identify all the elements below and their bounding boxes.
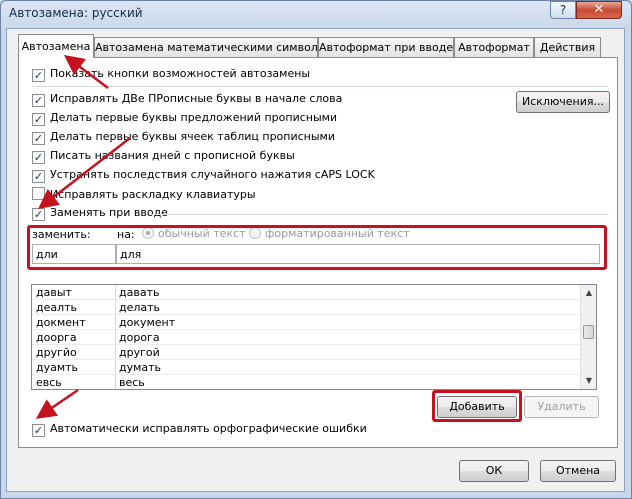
show-buttons-checkbox[interactable]: ✓ [32,69,45,82]
replace-input[interactable]: дли [32,244,116,264]
close-button[interactable]: ✕ [576,1,622,19]
button-label: Отмена [555,464,601,477]
two-caps-option[interactable]: ✓ Исправлять ДВе ПРописные буквы в начале… [32,92,342,108]
option-label: Делать первые буквы предложений прописны… [50,111,338,124]
help-icon: ? [559,3,567,17]
first-letter-sentence-checkbox[interactable]: ✓ [32,113,45,126]
entry-to: давать [119,286,160,299]
option-label: Заменять при вводе [50,206,168,219]
radio-label: форматированный текст [265,227,410,240]
option-label: Исправлять раскладку клавиатуры [50,188,256,201]
day-names-checkbox[interactable]: ✓ [32,151,45,164]
tab-label: Действия [539,41,596,54]
entry-to: думать [119,361,162,374]
with-input[interactable]: для [116,244,600,264]
delete-button[interactable]: Удалить [524,396,599,418]
first-letter-cell-option[interactable]: ✓ Делать первые буквы ячеек таблиц пропис… [32,130,335,146]
tab-autocorrect[interactable]: Автозамена [18,34,94,58]
replace-as-type-option[interactable]: ✓ Заменять при вводе [32,206,168,222]
tab-label: Автозамена математическими символами [95,41,341,54]
entry-from: дуамть [36,361,79,374]
tab-label: Автоформат при вводе [319,41,454,54]
entry-from: доорга [36,331,77,344]
list-item[interactable]: доорга дорога [32,330,581,345]
autocorrect-entries-list[interactable]: давыт давать деалть делать докмент документ… [31,284,597,390]
entry-from: докмент [36,316,86,329]
cancel-button[interactable]: Отмена [540,460,616,482]
list-item[interactable]: докмент документ [32,315,581,330]
formatted-text-radio-option[interactable]: форматированный текст [249,227,410,240]
two-caps-checkbox[interactable]: ✓ [32,94,45,107]
tab-autoformat[interactable]: Автоформат [454,37,534,57]
list-item[interactable]: давыт давать [32,285,581,300]
button-label: ОК [485,464,503,477]
window-title: Автозамена: русский [9,6,143,20]
keyboard-layout-option[interactable]: Исправлять раскладку клавиатуры [32,187,256,203]
list-item[interactable]: другйо другой [32,345,581,360]
button-label: Удалить [537,400,586,413]
ok-button[interactable]: ОК [459,460,529,482]
entry-from: давыт [36,286,72,299]
list-scrollbar[interactable]: ▲ ▼ [580,285,596,389]
replace-as-type-checkbox[interactable]: ✓ [32,208,45,221]
caps-lock-option[interactable]: ✓ Устранять последствия случайного нажати… [32,168,375,184]
replace-label: заменить: [32,228,91,241]
option-label: Устранять последствия случайного нажатия… [50,168,375,181]
option-label: Показать кнопки возможностей автозамены [50,67,311,80]
tab-label: Автозамена [21,40,91,53]
list-item[interactable]: евсь весь [32,375,581,389]
autocorrect-tab-panel: ✓ Показать кнопки возможностей автозамены… [18,57,618,448]
list-item[interactable]: дуамть думать [32,360,581,375]
button-label: Добавить [449,400,505,413]
exceptions-button[interactable]: Исключения... [516,91,610,113]
add-button[interactable]: Добавить [437,396,517,418]
day-names-option[interactable]: ✓ Писать названия дней с прописной буквы [32,149,295,165]
help-button[interactable]: ? [550,1,576,19]
title-bar[interactable]: Автозамена: русский ? ✕ [1,1,631,27]
scroll-down-icon[interactable]: ▼ [581,373,596,389]
button-label: Исключения... [522,95,604,108]
option-label: Автоматически исправлять орфографические… [50,422,367,435]
option-label: Исправлять ДВе ПРописные буквы в начале … [50,92,343,105]
tab-autoformat-as-you-type[interactable]: Автоформат при вводе [318,37,454,57]
option-label: Делать первые буквы ячеек таблиц прописн… [50,130,336,143]
first-letter-cell-checkbox[interactable]: ✓ [32,132,45,145]
caps-lock-checkbox[interactable]: ✓ [32,170,45,183]
entry-to: дорога [119,331,160,344]
entry-from: евсь [36,376,62,389]
tab-math-autocorrect[interactable]: Автозамена математическими символами [94,37,340,57]
list-item[interactable]: деалть делать [32,300,581,315]
plain-text-radio-option[interactable]: обычный текст [142,227,246,240]
scroll-up-icon[interactable]: ▲ [581,285,596,301]
divider [32,86,609,87]
keyboard-layout-checkbox[interactable] [32,187,45,200]
show-buttons-option[interactable]: ✓ Показать кнопки возможностей автозамены [32,67,310,83]
plain-text-radio[interactable] [142,227,154,239]
close-icon: ✕ [593,2,605,17]
with-label: на: [117,228,135,241]
option-label: Писать названия дней с прописной буквы [50,149,295,162]
divider [149,214,609,215]
tab-label: Автоформат [458,41,530,54]
entry-to: другой [119,346,160,359]
first-letter-sentence-option[interactable]: ✓ Делать первые буквы предложений прописн… [32,111,337,127]
entry-to: документ [119,316,176,329]
entry-to: весь [119,376,145,389]
scroll-thumb[interactable] [583,325,594,339]
auto-spelling-option[interactable]: ✓ Автоматически исправлять орфографически… [32,422,367,438]
auto-spelling-checkbox[interactable]: ✓ [32,424,45,437]
entry-from: другйо [36,346,77,359]
formatted-text-radio[interactable] [249,227,261,239]
entry-from: деалть [36,301,78,314]
radio-label: обычный текст [158,227,246,240]
entry-to: делать [119,301,161,314]
tab-actions[interactable]: Действия [534,37,601,57]
